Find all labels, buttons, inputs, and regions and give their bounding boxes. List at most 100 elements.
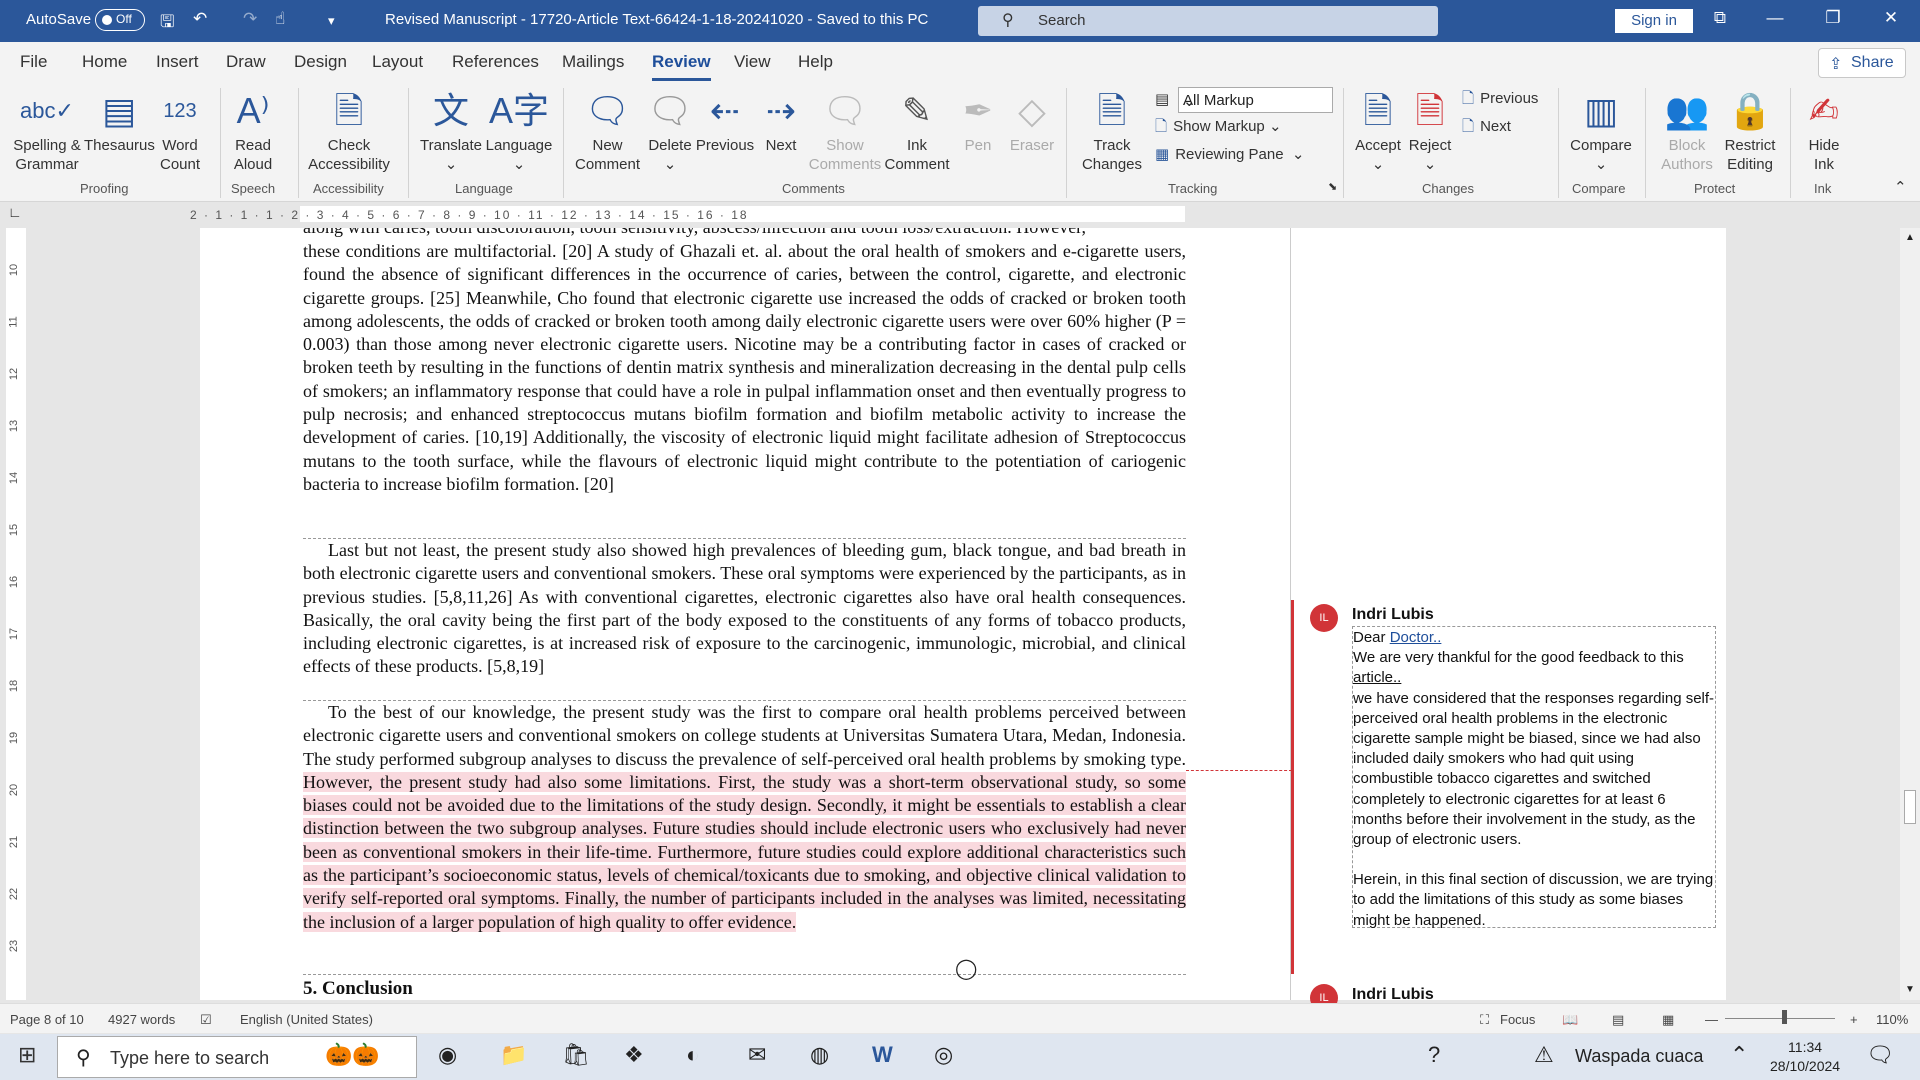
clock[interactable]: 11:34 28/10/2024 <box>1770 1038 1840 1076</box>
notifications-icon[interactable]: 🗨 <box>1866 1042 1894 1068</box>
chrome-icon[interactable]: ◎ <box>934 1042 953 1068</box>
zoom-out-icon[interactable]: — <box>1705 1012 1718 1027</box>
focus-button[interactable]: Focus <box>1500 1012 1535 1027</box>
customize-toolbar-icon[interactable]: ▾ <box>328 13 335 29</box>
reviewing-pane-button[interactable]: ▦ Reviewing Pane ⌄ <box>1155 145 1305 163</box>
commented-text[interactable]: However, the present study had also some… <box>303 771 1186 932</box>
redo-icon[interactable]: ↷ <box>243 9 257 29</box>
show-hidden-icons-icon[interactable]: ⌃ <box>1730 1042 1748 1068</box>
tab-file[interactable]: File <box>20 52 47 72</box>
restrict-editing-button[interactable]: 🔒 Restrict Editing <box>1714 86 1786 174</box>
translate-button[interactable]: 文 Translate ⌄ <box>416 86 486 174</box>
help-icon[interactable]: ? <box>1428 1042 1440 1068</box>
close-icon[interactable]: ✕ <box>1876 8 1906 28</box>
proofing-status-icon[interactable]: ☑ <box>200 1012 212 1028</box>
scroll-up-icon[interactable]: ▲ <box>1905 232 1915 243</box>
tab-references[interactable]: References <box>452 52 539 72</box>
comment-body[interactable]: Dear Doctor.. We are very thankful for t… <box>1352 626 1716 929</box>
word-count-button[interactable]: 123 Word Count <box>156 86 204 174</box>
previous-comment-button[interactable]: ⇠ Previous <box>694 86 756 155</box>
reject-button[interactable]: 🗎 Reject ⌄ <box>1402 86 1458 174</box>
tab-selector-icon[interactable]: ∟ <box>8 204 22 220</box>
zoom-slider[interactable] <box>1725 1018 1835 1019</box>
compare-button[interactable]: ▥ Compare ⌄ <box>1562 86 1640 174</box>
ribbon-display-icon[interactable]: ⧉ <box>1705 8 1735 28</box>
block-authors-button[interactable]: 👥 Block Authors <box>1650 86 1724 174</box>
vertical-scrollbar[interactable]: ▲ ▼ <box>1900 228 1920 1000</box>
show-comments-button[interactable]: 🗨 Show Comments <box>806 86 884 174</box>
search-icon: ⚲ <box>76 1047 91 1069</box>
tab-view[interactable]: View <box>734 52 771 72</box>
ink-comment-icon: ✎ <box>901 90 933 131</box>
outlook-icon[interactable]: ✉ <box>748 1042 766 1068</box>
hide-ink-icon: ✍ <box>1808 90 1840 131</box>
minimize-icon[interactable]: — <box>1760 8 1790 28</box>
print-layout-icon[interactable]: ▤ <box>1612 1012 1624 1028</box>
page-count[interactable]: Page 8 of 10 <box>10 1012 84 1027</box>
weather-status[interactable]: Waspada cuaca <box>1575 1046 1703 1067</box>
tab-design[interactable]: Design <box>294 52 347 72</box>
scrollbar-thumb[interactable] <box>1904 790 1916 824</box>
web-layout-icon[interactable]: ▦ <box>1662 1012 1674 1028</box>
show-comments-icon: 🗨 <box>822 90 868 131</box>
share-button[interactable]: ⇪ Share <box>1818 48 1906 78</box>
file-explorer-icon[interactable]: 📁 <box>500 1042 527 1068</box>
language-button[interactable]: A字 Language ⌄ <box>484 86 554 174</box>
language-status[interactable]: English (United States) <box>240 1012 373 1027</box>
display-for-review-select[interactable]: All Markup ⌄ <box>1178 87 1333 113</box>
zoom-level[interactable]: 110% <box>1876 1012 1908 1027</box>
accept-button[interactable]: 🗎 Accept ⌄ <box>1350 86 1406 174</box>
undo-icon[interactable]: ↶ <box>193 9 207 29</box>
next-change-button[interactable]: 🗋 Next <box>1462 116 1511 141</box>
windows-start-icon[interactable]: ⊞ <box>18 1042 36 1068</box>
reviewing-pane-icon: ▦ <box>1155 146 1170 163</box>
zoom-in-icon[interactable]: + <box>1850 1012 1858 1027</box>
edge-icon[interactable]: ◍ <box>810 1042 829 1068</box>
restore-icon[interactable]: ❐ <box>1818 8 1848 28</box>
save-icon[interactable]: 🖫 <box>160 9 174 38</box>
word-count[interactable]: 4927 words <box>108 1012 175 1027</box>
show-markup-button[interactable]: 🗋 Show Markup ⌄ <box>1155 116 1282 141</box>
read-aloud-button[interactable]: A⁾ Read Aloud <box>226 86 280 174</box>
tab-help[interactable]: Help <box>798 52 833 72</box>
document-body[interactable]: along with caries, tooth discoloration, … <box>303 228 1186 1000</box>
tab-layout[interactable]: Layout <box>372 52 423 72</box>
ink-comment-button[interactable]: ✎ Ink Comment <box>880 86 954 174</box>
ribbon-review: abc✓ Spelling & Grammar ▤ Thesaurus 123 Word… <box>0 82 1920 202</box>
dropbox-icon[interactable]: ❖ <box>624 1042 644 1068</box>
search-box[interactable]: ⚲ Search <box>978 6 1438 36</box>
tab-mailings[interactable]: Mailings <box>562 52 624 72</box>
weather-alert-icon[interactable]: ⚠ <box>1534 1042 1554 1068</box>
thesaurus-button[interactable]: ▤ Thesaurus <box>84 86 155 155</box>
tab-draw[interactable]: Draw <box>226 52 266 72</box>
store-icon[interactable]: 🛍 <box>562 1042 590 1068</box>
collapse-ribbon-icon[interactable]: ⌃ <box>1894 178 1907 196</box>
tab-home[interactable]: Home <box>82 52 127 72</box>
next-comment-button[interactable]: ⇢ Next <box>756 86 806 155</box>
app-icon[interactable]: ◐ <box>686 1042 699 1068</box>
copilot-icon[interactable]: ◉ <box>438 1042 457 1068</box>
sign-in-button[interactable]: Sign in <box>1615 9 1693 33</box>
scroll-down-icon[interactable]: ▼ <box>1905 984 1915 995</box>
pen-icon: ✒ <box>962 90 994 131</box>
tab-review[interactable]: Review <box>652 52 711 81</box>
autosave-toggle[interactable]: Off <box>95 9 145 31</box>
new-comment-button[interactable]: 🗨 New Comment <box>570 86 645 174</box>
check-accessibility-button[interactable]: 🗎 Check Accessibility <box>300 86 398 174</box>
tracking-options-launcher-icon[interactable]: ⬊ <box>1328 180 1337 193</box>
read-mode-icon[interactable]: 📖 <box>1562 1012 1578 1028</box>
track-changes-button[interactable]: 🗎 Track Changes <box>1070 86 1154 174</box>
pen-button[interactable]: ✒ Pen <box>954 86 1002 155</box>
word-icon[interactable]: W <box>872 1042 893 1068</box>
eraser-button[interactable]: ◇ Eraser <box>1004 86 1060 155</box>
tab-insert[interactable]: Insert <box>156 52 199 72</box>
delete-comment-button[interactable]: 🗨 Delete ⌄ <box>645 86 695 174</box>
search-icon: ⚲ <box>1002 12 1014 29</box>
spelling-grammar-button[interactable]: abc✓ Spelling & Grammar <box>8 86 86 174</box>
zoom-slider-thumb[interactable] <box>1782 1010 1787 1024</box>
document-title[interactable]: Revised Manuscript - 17720-Article Text-… <box>385 11 928 28</box>
previous-change-button[interactable]: 🗋 Previous <box>1462 88 1538 113</box>
hide-ink-button[interactable]: ✍ Hide Ink <box>1794 86 1854 174</box>
show-markup-icon: 🗋 <box>1155 118 1168 135</box>
touch-mode-icon[interactable]: ☝ <box>275 9 285 29</box>
